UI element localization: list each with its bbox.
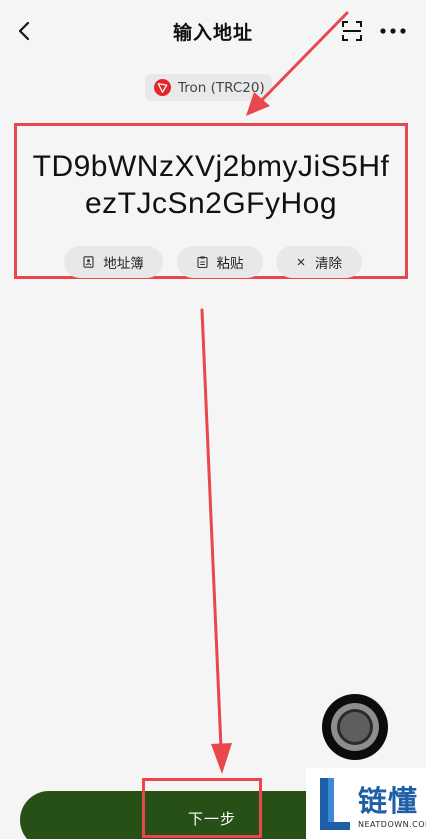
- network-label: Tron (TRC20): [178, 79, 265, 96]
- watermark-name: 链懂: [358, 784, 419, 818]
- floating-assistive-button[interactable]: [322, 694, 388, 760]
- header: 输入地址: [0, 0, 426, 62]
- tron-icon: [154, 79, 171, 96]
- watermark-url: NEATDOWN.COM: [358, 820, 426, 829]
- address-value: TD9bWNzXVj2bmyJiS5Hf ezTJcSn2GFyHog: [17, 148, 405, 222]
- address-book-button[interactable]: 地址簿: [64, 246, 163, 278]
- paste-label: 粘贴: [216, 256, 244, 272]
- watermark-logo-icon: [320, 778, 350, 830]
- more-button[interactable]: [378, 20, 408, 42]
- network-badge[interactable]: Tron (TRC20): [145, 74, 272, 101]
- scan-icon: [342, 21, 362, 41]
- clipboard-icon: [196, 256, 208, 268]
- annotation-arrow-down: [200, 308, 223, 750]
- float-ring-inner: [340, 712, 370, 742]
- more-icon: [380, 28, 406, 34]
- paste-button[interactable]: 粘贴: [177, 246, 263, 278]
- clear-label: 清除: [315, 256, 342, 272]
- close-icon: [297, 258, 305, 266]
- clear-button[interactable]: 清除: [276, 246, 362, 278]
- address-line-1: TD9bWNzXVj2bmyJiS5Hf: [32, 150, 390, 183]
- next-button-highlight: [142, 778, 262, 838]
- address-input[interactable]: TD9bWNzXVj2bmyJiS5Hf ezTJcSn2GFyHog 地址簿 …: [14, 123, 408, 279]
- address-line-2: ezTJcSn2GFyHog: [84, 187, 338, 220]
- address-book-label: 地址簿: [103, 256, 144, 272]
- scan-button[interactable]: [340, 19, 364, 43]
- watermark: 链懂 NEATDOWN.COM: [306, 768, 426, 839]
- address-book-icon: [83, 256, 94, 268]
- annotation-arrowhead-down: [211, 743, 232, 774]
